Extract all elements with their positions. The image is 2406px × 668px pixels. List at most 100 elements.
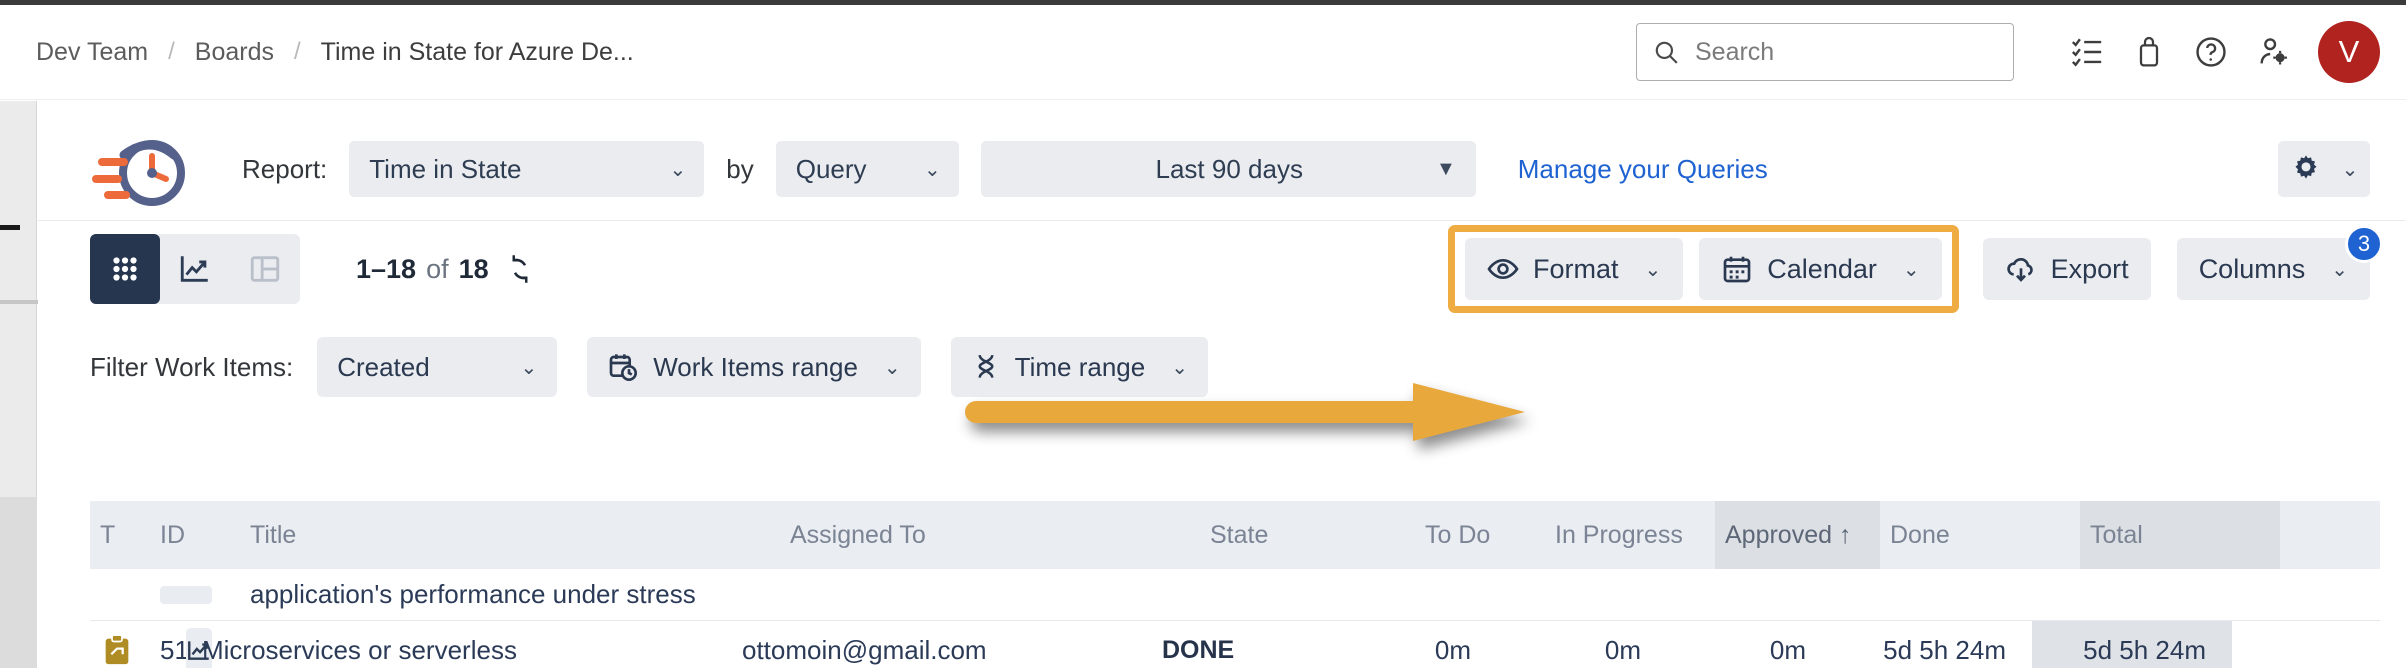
calendar-icon [1723,256,1751,283]
export-button[interactable]: Export [1982,238,2151,300]
breadcrumb-separator: / [168,38,175,65]
result-count: 1–18 of 18 [356,254,535,285]
time-range-label: Time range [1014,351,1146,382]
export-label: Export [2050,253,2129,284]
report-bar: Report: Time in State ⌄ by Query ⌄ Last … [38,118,2406,221]
search-icon [1655,41,1678,64]
rail-marker [0,225,20,230]
grid-view-button[interactable] [90,234,160,304]
date-range-select[interactable]: Last 90 days ▼ [980,141,1476,197]
panel-layout-icon [250,256,280,282]
help-question-icon[interactable] [2180,21,2242,83]
filter-created-value: Created [337,351,430,382]
chevron-down-icon: ⌄ [883,356,901,379]
manage-queries-link[interactable]: Manage your Queries [1518,154,1768,185]
format-button[interactable]: Format ⌄ [1465,238,1684,300]
global-header: Dev Team / Boards / Time in State for Az… [0,5,2406,100]
table-row[interactable]: 51 Microservices or serverless ottomoin@… [90,621,2380,668]
calendar-clock-icon [609,354,638,381]
refresh-icon[interactable] [505,254,535,284]
column-header-assigned-to[interactable]: Assigned To [780,501,1200,569]
chevron-down-icon: ⌄ [2341,158,2359,181]
toolbar-actions: Format ⌄ Calendar ⌄ Export Columns ⌄ 3 [1448,225,2406,313]
view-toolbar: 1–18 of 18 Format ⌄ Calendar ⌄ Export Co… [38,223,2406,315]
settings-button[interactable]: ⌄ [2278,141,2370,197]
breadcrumb: Dev Team / Boards / Time in State for Az… [22,34,648,71]
rail-block [0,497,37,668]
column-header-title[interactable]: Title [240,501,780,569]
chevron-down-icon: ⌄ [669,158,687,181]
table-row-partial[interactable]: application's performance under stress [90,569,2380,621]
column-header-state[interactable]: State [1200,501,1415,569]
user-settings-icon[interactable] [2242,21,2304,83]
hourglass-icon [978,354,994,378]
chevron-down-icon: ⌄ [1171,356,1188,379]
group-by-select[interactable]: Query ⌄ [775,141,959,197]
search-placeholder: Search [1695,37,1775,66]
time-in-state-clock-logo [90,129,202,209]
gear-icon [2295,155,2317,179]
report-type-value: Time in State [369,153,522,184]
cloud-download-icon [2006,257,2033,282]
table-header-row: T ID Title Assigned To State To Do In Pr… [90,501,2380,569]
column-header-id[interactable]: ID [150,501,240,569]
cell-title[interactable]: Microservices or serverless [192,621,732,668]
eye-icon [1487,258,1519,280]
chart-view-button[interactable] [160,234,230,304]
view-toggle-group [90,234,300,304]
column-header-to-do[interactable]: To Do [1415,501,1545,569]
breadcrumb-item-current-report[interactable]: Time in State for Azure De... [307,34,648,71]
count-range: 1–18 [356,253,417,284]
report-type-select[interactable]: Time in State ⌄ [349,141,705,197]
row-chart-button[interactable] [182,621,212,668]
columns-button[interactable]: Columns ⌄ 3 [2176,225,2383,300]
format-label: Format [1533,253,1619,284]
breadcrumb-separator: / [293,38,301,65]
chevron-down-icon: ⌄ [520,356,538,379]
calendar-label: Calendar [1767,253,1877,284]
cell-done: 5d 5h 24m [1883,634,2006,665]
marketplace-bag-icon[interactable] [2118,21,2180,83]
cell-work-item-type [90,621,150,668]
chevron-down-icon: ⌄ [1644,258,1662,281]
filter-created-select[interactable]: Created ⌄ [317,337,558,397]
column-header-total[interactable]: Total [2080,501,2280,569]
count-of-label: of [426,253,449,284]
cell-in-progress: 0m [1604,634,1641,665]
format-calendar-highlight: Format ⌄ Calendar ⌄ [1448,225,1959,313]
grid-icon [113,257,137,281]
breadcrumb-item-dev-team[interactable]: Dev Team [22,34,162,71]
cell-type [90,569,150,620]
cell-to-do: 0m [1434,634,1471,665]
work-items-range-button[interactable]: Work Items range ⌄ [587,337,921,397]
chevron-down-icon: ⌄ [2331,258,2348,281]
cell-id [150,569,240,620]
date-range-value: Last 90 days [1155,153,1303,184]
column-header-approved[interactable]: Approved ↑ [1715,501,1880,569]
column-header-type[interactable]: T [90,501,150,569]
calendar-button[interactable]: Calendar ⌄ [1699,238,1942,300]
panel-view-button[interactable] [230,234,300,304]
cell-approved: 0m [1769,634,1806,665]
chevron-down-icon: ⌄ [1902,258,1920,281]
work-item-clipboard-icon [105,634,129,665]
column-header-in-progress[interactable]: In Progress [1545,501,1715,569]
cell-total: 5d 5h 24m [2032,621,2232,668]
chevron-down-icon: ▼ [1435,157,1456,180]
chevron-down-icon: ⌄ [923,158,941,181]
cell-state: DONE [1162,635,1235,664]
search-input[interactable]: Search [1636,23,2014,81]
column-header-done[interactable]: Done [1880,501,2080,569]
trend-chart-icon [180,256,208,282]
header-actions: Search V [1636,21,2406,83]
columns-badge: 3 [2345,225,2383,263]
avatar[interactable]: V [2318,21,2380,83]
rail-divider [0,300,38,304]
checklist-icon[interactable] [2056,21,2118,83]
cell-title-wrapped: application's performance under stress [250,579,696,609]
row-chart-icon [160,585,212,604]
breadcrumb-item-boards[interactable]: Boards [181,34,288,71]
report-content: Report: Time in State ⌄ by Query ⌄ Last … [38,101,2406,668]
group-by-value: Query [795,153,867,184]
count-total: 18 [458,253,489,284]
